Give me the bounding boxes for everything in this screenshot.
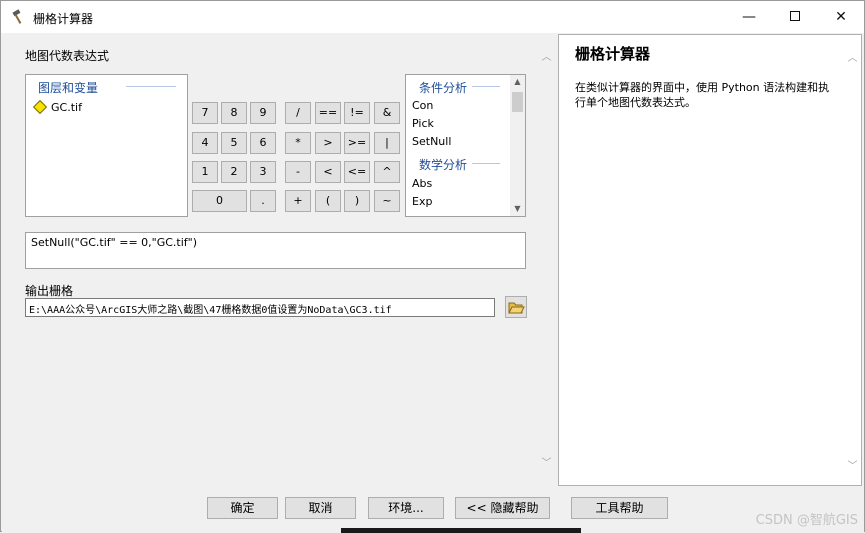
watermark: CSDN @智航GIS bbox=[755, 513, 858, 528]
math-header-rule bbox=[472, 163, 500, 164]
key-open-paren[interactable]: ( bbox=[315, 190, 341, 212]
output-raster-label: 输出栅格 bbox=[25, 284, 74, 298]
ok-button[interactable]: 确定 bbox=[207, 497, 278, 519]
help-title: 栅格计算器 bbox=[575, 45, 651, 63]
key-plus[interactable]: + bbox=[285, 190, 311, 212]
key-xor[interactable]: ^ bbox=[374, 161, 400, 183]
key-3[interactable]: 3 bbox=[250, 161, 276, 183]
key-6[interactable]: 6 bbox=[250, 132, 276, 154]
minimize-icon: — bbox=[742, 9, 756, 25]
window-title: 栅格计算器 bbox=[33, 12, 94, 26]
raster-layer-icon bbox=[32, 99, 48, 115]
conditional-header: 条件分析 bbox=[419, 81, 468, 95]
help-pane: 栅格计算器 在类似计算器的界面中，使用 Python 语法构建和执行单个地图代数… bbox=[558, 34, 862, 486]
scroll-up-icon[interactable]: ▲ bbox=[510, 75, 525, 89]
maximize-icon bbox=[790, 11, 800, 21]
layers-and-variables-list[interactable]: 图层和变量 GC.tif bbox=[25, 74, 188, 217]
help-scrollbar[interactable]: ︿ ﹀ bbox=[843, 35, 861, 485]
folder-open-icon bbox=[508, 302, 525, 314]
key-equal[interactable]: == bbox=[315, 102, 341, 124]
key-9[interactable]: 9 bbox=[250, 102, 276, 124]
key-less[interactable]: < bbox=[315, 161, 341, 183]
key-greater-equal[interactable]: >= bbox=[344, 132, 370, 154]
key-0[interactable]: 0 bbox=[192, 190, 247, 212]
maximize-button[interactable] bbox=[772, 1, 818, 33]
key-2[interactable]: 2 bbox=[221, 161, 247, 183]
layers-header: 图层和变量 bbox=[38, 81, 99, 95]
key-4[interactable]: 4 bbox=[192, 132, 218, 154]
button-bar: 确定 取消 环境... << 隐藏帮助 工具帮助 CSDN @智航GIS bbox=[2, 487, 864, 532]
scroll-thumb[interactable] bbox=[512, 92, 523, 112]
environments-button[interactable]: 环境... bbox=[368, 497, 444, 519]
function-setnull[interactable]: SetNull bbox=[412, 135, 451, 148]
chevron-down-icon[interactable]: ﹀ bbox=[540, 454, 553, 469]
parameters-scrollbar[interactable]: ︿ ﹀ bbox=[538, 34, 555, 486]
key-1[interactable]: 1 bbox=[192, 161, 218, 183]
key-not[interactable]: ~ bbox=[374, 190, 400, 212]
functions-list[interactable]: 条件分析 Con Pick SetNull 数学分析 Abs Exp ▲ ▼ bbox=[405, 74, 526, 217]
hammer-icon bbox=[12, 9, 22, 24]
layer-item-label: GC.tif bbox=[51, 100, 82, 114]
raster-calculator-window: 栅格计算器 — ✕ 地图代数表达式 图层和变量 GC.tif 7 8 9 / =… bbox=[0, 0, 865, 533]
close-icon: ✕ bbox=[835, 9, 847, 25]
layers-header-rule bbox=[126, 86, 176, 87]
chevron-up-icon[interactable]: ︿ bbox=[540, 48, 553, 63]
functions-scrollbar[interactable]: ▲ ▼ bbox=[510, 75, 525, 216]
cancel-button[interactable]: 取消 bbox=[285, 497, 356, 519]
expression-input[interactable]: SetNull("GC.tif" == 0,"GC.tif") bbox=[25, 232, 526, 269]
chevron-down-icon[interactable]: ﹀ bbox=[846, 457, 859, 472]
math-header: 数学分析 bbox=[419, 158, 468, 172]
tool-help-button[interactable]: 工具帮助 bbox=[571, 497, 668, 519]
output-raster-field[interactable]: E:\AAA公众号\ArcGIS大师之路\截图\47栅格数据0值设置为NoDat… bbox=[25, 298, 495, 317]
key-7[interactable]: 7 bbox=[192, 102, 218, 124]
key-less-equal[interactable]: <= bbox=[344, 161, 370, 183]
key-minus[interactable]: - bbox=[285, 161, 311, 183]
key-divide[interactable]: / bbox=[285, 102, 311, 124]
minimize-button[interactable]: — bbox=[726, 1, 772, 33]
taskbar-strip bbox=[341, 528, 581, 533]
key-close-paren[interactable]: ) bbox=[344, 190, 370, 212]
scroll-down-icon[interactable]: ▼ bbox=[510, 202, 525, 216]
close-button[interactable]: ✕ bbox=[818, 1, 864, 33]
function-con[interactable]: Con bbox=[412, 99, 433, 112]
key-5[interactable]: 5 bbox=[221, 132, 247, 154]
function-pick[interactable]: Pick bbox=[412, 117, 434, 130]
key-or[interactable]: | bbox=[374, 132, 400, 154]
tool-parameters-pane: 地图代数表达式 图层和变量 GC.tif 7 8 9 / == != & 4 5… bbox=[2, 34, 555, 486]
key-and[interactable]: & bbox=[374, 102, 400, 124]
expression-section-label: 地图代数表达式 bbox=[25, 49, 110, 63]
conditional-header-rule bbox=[472, 86, 500, 87]
help-text: 在类似计算器的界面中，使用 Python 语法构建和执行单个地图代数表达式。 bbox=[575, 81, 830, 109]
hide-help-button[interactable]: << 隐藏帮助 bbox=[455, 497, 550, 519]
chevron-up-icon[interactable]: ︿ bbox=[846, 49, 859, 64]
key-not-equal[interactable]: != bbox=[344, 102, 370, 124]
layer-item[interactable]: GC.tif bbox=[32, 99, 82, 115]
title-bar: 栅格计算器 — ✕ bbox=[1, 1, 864, 33]
key-greater[interactable]: > bbox=[315, 132, 341, 154]
function-abs[interactable]: Abs bbox=[412, 177, 432, 190]
operator-keypad: 7 8 9 / == != & 4 5 6 * > >= | 1 2 3 - <… bbox=[192, 102, 404, 218]
key-decimal[interactable]: . bbox=[250, 190, 276, 212]
function-exp[interactable]: Exp bbox=[412, 195, 432, 208]
key-multiply[interactable]: * bbox=[285, 132, 311, 154]
browse-button[interactable] bbox=[505, 296, 527, 318]
key-8[interactable]: 8 bbox=[221, 102, 247, 124]
